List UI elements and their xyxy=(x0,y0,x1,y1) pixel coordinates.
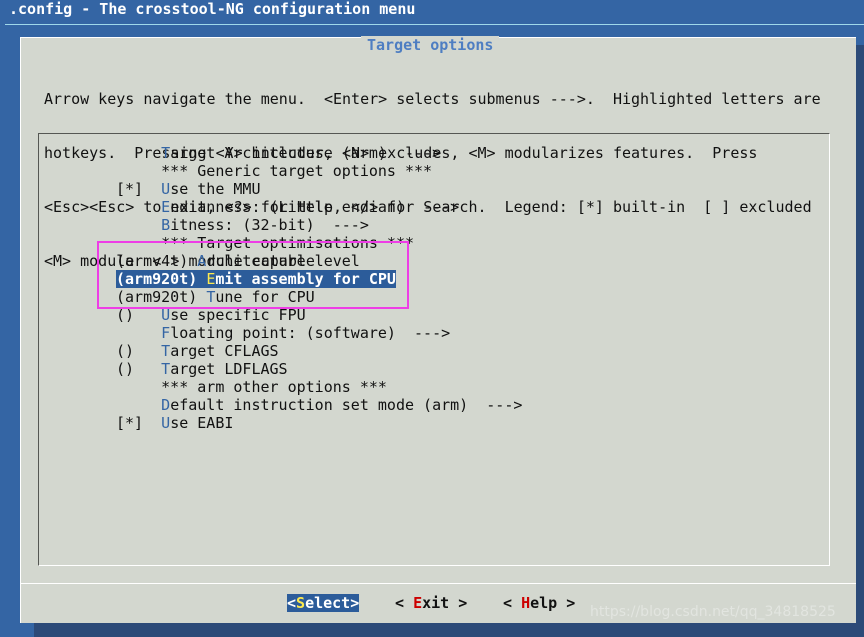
dialog-title: Target options xyxy=(361,36,500,54)
help-line: Arrow keys navigate the menu. <Enter> se… xyxy=(44,90,821,108)
menu-item-label: *** arm other options *** xyxy=(161,378,387,396)
menu-item-label: arget Architecture (arm) ---> xyxy=(170,144,442,162)
menu-item-label: se EABI xyxy=(170,414,234,432)
menu-item-hotkey: T xyxy=(161,360,171,378)
menu-item[interactable]: *** Generic target options *** xyxy=(116,162,432,180)
menu-item-label: ndianness: (Little endian) ---> xyxy=(170,198,460,216)
menu-item-hotkey: U xyxy=(161,180,171,198)
annotation-highlight-box xyxy=(97,241,409,309)
menu-item[interactable]: () Target CFLAGS xyxy=(116,342,279,360)
dialog-shadow xyxy=(856,45,864,635)
menu-item-hotkey: D xyxy=(161,396,171,414)
select-label: elect> xyxy=(305,594,360,612)
select-open: < xyxy=(287,594,297,612)
menu-item-prefix xyxy=(116,162,161,180)
menu-item-hotkey: T xyxy=(161,342,171,360)
menu-item[interactable]: Bitness: (32-bit) ---> xyxy=(116,216,369,234)
menu-item-hotkey: F xyxy=(161,324,171,342)
menu-item-prefix xyxy=(116,324,161,342)
menu-item-prefix xyxy=(116,378,161,396)
menu-item[interactable]: [*] Use EABI xyxy=(116,414,233,432)
menu-item-label: arget LDFLAGS xyxy=(170,360,288,378)
title-divider xyxy=(5,24,864,25)
menu-item-prefix xyxy=(116,216,161,234)
menu-item-label: efault instruction set mode (arm) ---> xyxy=(170,396,523,414)
help-open: < xyxy=(503,594,522,612)
exit-open: < xyxy=(395,594,414,612)
menu-item-label: itness: (32-bit) ---> xyxy=(170,216,369,234)
select-hotkey: S xyxy=(296,594,306,612)
menu-item-prefix xyxy=(116,198,161,216)
menu-item-prefix: () xyxy=(116,342,162,360)
select-button[interactable]: <Select> xyxy=(287,594,360,612)
dialog-shadow-bottom xyxy=(34,623,864,637)
menu-item-prefix: [*] xyxy=(116,414,162,432)
menu-item-label: arget CFLAGS xyxy=(170,342,279,360)
help-label: elp > xyxy=(530,594,576,612)
exit-label: xit > xyxy=(422,594,468,612)
menu-item[interactable]: () Target LDFLAGS xyxy=(116,360,288,378)
menu-item[interactable]: Endianness: (Little endian) ---> xyxy=(116,198,459,216)
window-title: .config - The crosstool-NG configuration… xyxy=(9,0,416,18)
menu-item-prefix xyxy=(116,396,161,414)
menu-item-label: se the MMU xyxy=(170,180,261,198)
menu-item[interactable]: Default instruction set mode (arm) ---> xyxy=(116,396,522,414)
help-hotkey: H xyxy=(521,594,531,612)
menu-item-prefix: () xyxy=(116,360,162,378)
menu-item-prefix: [*] xyxy=(116,180,162,198)
button-divider xyxy=(21,583,856,584)
menu-item-label: *** Generic target options *** xyxy=(161,162,433,180)
menu-item-label: loating point: (software) ---> xyxy=(170,324,451,342)
exit-button[interactable]: < Exit > xyxy=(395,594,467,612)
menu-item[interactable]: Floating point: (software) ---> xyxy=(116,324,450,342)
menu-item-hotkey: E xyxy=(161,198,171,216)
menu-item-hotkey: B xyxy=(161,216,171,234)
menu-item-hotkey: U xyxy=(161,414,171,432)
menu-item[interactable]: *** arm other options *** xyxy=(116,378,387,396)
watermark: https://blog.csdn.net/qq_34818525 xyxy=(590,604,836,620)
menu-item-hotkey: T xyxy=(161,144,171,162)
menu-item[interactable]: Target Architecture (arm) ---> xyxy=(116,144,441,162)
exit-hotkey: E xyxy=(413,594,423,612)
menu-item[interactable]: [*] Use the MMU xyxy=(116,180,261,198)
help-button[interactable]: < Help > xyxy=(503,594,575,612)
menu-item-prefix xyxy=(116,144,161,162)
